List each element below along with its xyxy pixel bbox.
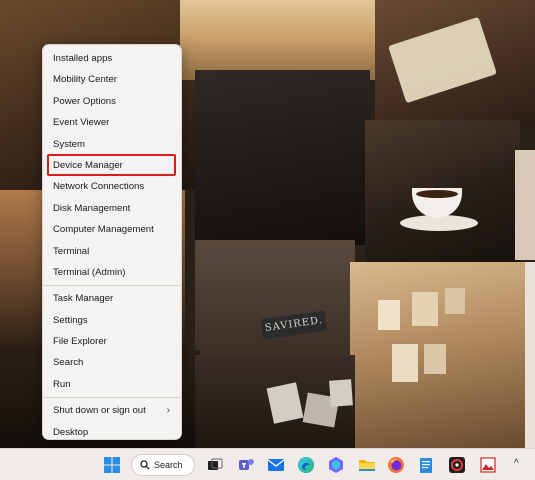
menu-item-file-explorer[interactable]: File Explorer: [43, 331, 181, 352]
tray-chevron-icon[interactable]: ^: [514, 458, 519, 469]
submenu-arrow-icon: ›: [166, 405, 170, 417]
winx-context-menu: Installed apps Mobility Center Power Opt…: [42, 44, 182, 440]
menu-item-event-viewer[interactable]: Event Viewer: [43, 112, 181, 133]
app-icon[interactable]: [447, 455, 467, 475]
search-label: Search: [154, 460, 183, 470]
copilot-icon[interactable]: [326, 455, 346, 475]
wallpaper-tile: [180, 0, 380, 80]
menu-item-task-manager[interactable]: Task Manager: [43, 288, 181, 309]
menu-item-run[interactable]: Run: [43, 374, 181, 395]
menu-item-installed-apps[interactable]: Installed apps: [43, 48, 181, 69]
windows-start-icon[interactable]: [102, 455, 122, 475]
menu-item-network-connections[interactable]: Network Connections: [43, 176, 181, 197]
menu-item-label: Shut down or sign out: [53, 405, 146, 417]
search-icon: [140, 460, 150, 470]
menu-separator: [43, 397, 181, 399]
menu-item-device-manager[interactable]: Device Manager: [43, 155, 181, 176]
menu-separator: [43, 285, 181, 287]
wallpaper-tile: [195, 70, 370, 245]
wallpaper-note: [412, 292, 438, 326]
wallpaper-tile: [515, 150, 535, 260]
wallpaper-tile: [195, 240, 355, 360]
file-explorer-icon[interactable]: [357, 455, 377, 475]
menu-item-system[interactable]: System: [43, 134, 181, 155]
taskbar-search-box[interactable]: Search: [131, 454, 195, 476]
menu-item-terminal[interactable]: Terminal: [43, 241, 181, 262]
menu-item-computer-management[interactable]: Computer Management: [43, 219, 181, 240]
wallpaper-tile: [525, 262, 535, 448]
mail-icon[interactable]: [266, 455, 286, 475]
wallpaper-note: [445, 288, 465, 314]
edge-icon[interactable]: [296, 455, 316, 475]
wallpaper-note: [378, 300, 400, 330]
menu-item-desktop[interactable]: Desktop: [43, 422, 181, 443]
task-view-icon[interactable]: [205, 455, 225, 475]
wallpaper-note: [424, 344, 446, 374]
wallpaper-photo: [329, 379, 353, 407]
menu-item-power-options[interactable]: Power Options: [43, 91, 181, 112]
menu-item-disk-management[interactable]: Disk Management: [43, 198, 181, 219]
menu-item-mobility-center[interactable]: Mobility Center: [43, 69, 181, 90]
menu-item-search[interactable]: Search: [43, 352, 181, 373]
image-app-icon[interactable]: [478, 455, 498, 475]
taskbar: Search ^: [0, 448, 535, 480]
notepad-icon[interactable]: [416, 455, 436, 475]
wallpaper-coffee: [416, 190, 458, 198]
menu-item-settings[interactable]: Settings: [43, 310, 181, 331]
menu-item-terminal-admin[interactable]: Terminal (Admin): [43, 262, 181, 283]
firefox-icon[interactable]: [386, 455, 406, 475]
wallpaper-note: [392, 344, 418, 382]
teams-icon[interactable]: [236, 455, 256, 475]
menu-item-shut-down[interactable]: Shut down or sign out ›: [43, 400, 181, 421]
